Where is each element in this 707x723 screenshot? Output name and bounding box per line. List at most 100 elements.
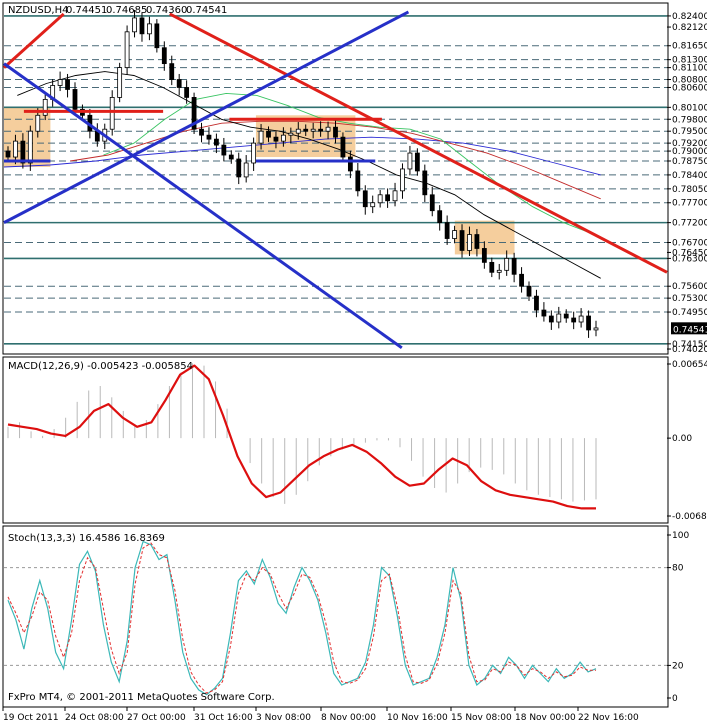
candle-body <box>504 257 510 271</box>
price-tick-label: 0.75600 <box>672 282 707 292</box>
candle-body <box>65 79 70 90</box>
candle-body <box>258 130 264 144</box>
candle-body <box>578 315 584 323</box>
candle-body <box>519 273 524 287</box>
candle-body <box>132 17 137 33</box>
ohlc-low: 0.74360 <box>146 5 187 16</box>
candle-body <box>511 257 517 275</box>
candle-body <box>13 140 18 158</box>
mt4-chart: 0.824000.821200.816500.813000.811000.808… <box>2 2 707 723</box>
candle-body <box>161 47 167 65</box>
candle-body <box>593 327 599 331</box>
stoch-tick-label: 100 <box>672 531 689 541</box>
candle-body <box>109 97 115 130</box>
time-tick-label: 31 Oct 16:00 <box>194 713 253 723</box>
candle-body <box>437 210 443 224</box>
price-tick-label: 0.78750 <box>672 157 707 167</box>
price-axis: 0.824000.821200.816500.813000.811000.808… <box>667 12 707 355</box>
time-tick-label: 8 Nov 00:00 <box>321 713 376 723</box>
candle-body <box>303 128 309 132</box>
price-tick-label: 0.82120 <box>672 23 707 33</box>
stoch-tick-label: 0 <box>672 694 678 704</box>
candle-body <box>72 89 78 110</box>
macd-axis: 0.00654 0.00 -0.00687 <box>667 360 707 522</box>
macd-panel: 0.00654 0.00 -0.00687 MACD(12,26,9) -0.005… <box>2 356 707 524</box>
candle-body <box>362 190 368 208</box>
candle-body <box>206 134 212 140</box>
candle-body <box>548 315 554 323</box>
price-tick-label: 0.79500 <box>672 127 707 137</box>
stoch-title: Stoch(13,3,3) 16.4586 16.8369 <box>8 533 165 544</box>
price-tick-label: 0.79000 <box>672 147 707 157</box>
price-tick-label: 0.81650 <box>672 42 707 52</box>
candle-body <box>318 128 324 132</box>
candle-body <box>273 136 279 142</box>
time-tick-label: 27 Oct 00:00 <box>127 713 186 723</box>
candle-body <box>27 130 33 164</box>
candle-body <box>325 126 331 132</box>
candle-body <box>57 79 63 86</box>
highlight-box <box>4 107 51 167</box>
candle-body <box>422 170 428 196</box>
candle-body <box>266 130 271 138</box>
price-tick-label: 0.77700 <box>672 199 707 209</box>
price-tick-label: 0.80600 <box>672 83 707 93</box>
candle-body <box>214 138 219 146</box>
ohlc-open: 0.74451 <box>66 5 107 16</box>
candle-body <box>340 136 346 158</box>
candle-body <box>295 128 301 134</box>
price-tick-label: 0.74950 <box>672 308 707 318</box>
time-tick-label: 24 Oct 08:00 <box>65 713 124 723</box>
current-price-label: 0.74541 <box>673 325 707 335</box>
candle-body <box>355 170 361 192</box>
candle-body <box>452 230 457 239</box>
candle-body <box>169 63 175 80</box>
time-axis: 19 Oct 2011 24 Oct 08:00 27 Oct 00:00 31 Oc… <box>2 707 639 723</box>
price-tick-label: 0.79800 <box>672 115 707 125</box>
candle-body <box>139 17 145 35</box>
candle-body <box>392 190 398 202</box>
copyright-text: FxPro MT4, © 2001-2011 MetaQuotes Softwa… <box>8 692 275 703</box>
price-tick-label: 0.77200 <box>672 219 707 229</box>
time-tick-label: 10 Nov 16:00 <box>387 713 448 723</box>
stoch-panel: 100 80 20 0 Stoch(13,3,3) 16.4586 16.8369 F… <box>2 525 689 708</box>
price-tick-label: 0.81100 <box>672 64 707 74</box>
time-tick-label: 3 Nov 08:00 <box>256 713 311 723</box>
ohlc-close: 0.74541 <box>186 5 227 16</box>
macd-tick-label: 0.00654 <box>672 360 707 370</box>
candle-body <box>586 315 591 331</box>
price-panel: 0.824000.821200.816500.813000.811000.808… <box>2 2 707 355</box>
time-tick-label: 19 Oct 2011 <box>3 713 59 723</box>
price-tick-label: 0.75300 <box>672 294 707 304</box>
time-tick-label: 18 Nov 00:00 <box>515 713 576 723</box>
candle-body <box>124 31 130 68</box>
candle-body <box>377 194 383 204</box>
stoch-axis: 100 80 20 0 <box>667 531 689 704</box>
time-tick-label: 22 Nov 16:00 <box>578 713 639 723</box>
macd-title: MACD(12,26,9) -0.005423 -0.005854 <box>8 361 193 372</box>
price-tick-label: 0.76300 <box>672 254 707 264</box>
candle-body <box>176 79 182 88</box>
candle-body <box>459 230 465 251</box>
price-tick-label: 0.78400 <box>672 171 707 181</box>
candle-body <box>333 126 338 138</box>
price-tick-label: 0.82400 <box>672 12 707 22</box>
candle-body <box>385 194 390 202</box>
price-tick-label: 0.78050 <box>672 185 707 195</box>
candle-body <box>556 313 562 323</box>
candle-body <box>35 114 41 132</box>
candle-body <box>288 132 294 136</box>
stoch-tick-label: 20 <box>672 661 684 671</box>
candle-body <box>407 152 413 170</box>
candle-body <box>444 222 450 239</box>
candle-body <box>280 134 286 142</box>
candle-body <box>42 98 48 116</box>
price-tick-label: 0.80100 <box>672 103 707 113</box>
candle-body <box>147 23 152 35</box>
candle-body <box>563 313 569 319</box>
ohlc-high: 0.74685 <box>106 5 147 16</box>
macd-panel-frame <box>2 356 669 524</box>
candle-body <box>221 144 227 156</box>
candle-body <box>474 234 480 249</box>
time-tick-label: 15 Nov 08:00 <box>451 713 512 723</box>
